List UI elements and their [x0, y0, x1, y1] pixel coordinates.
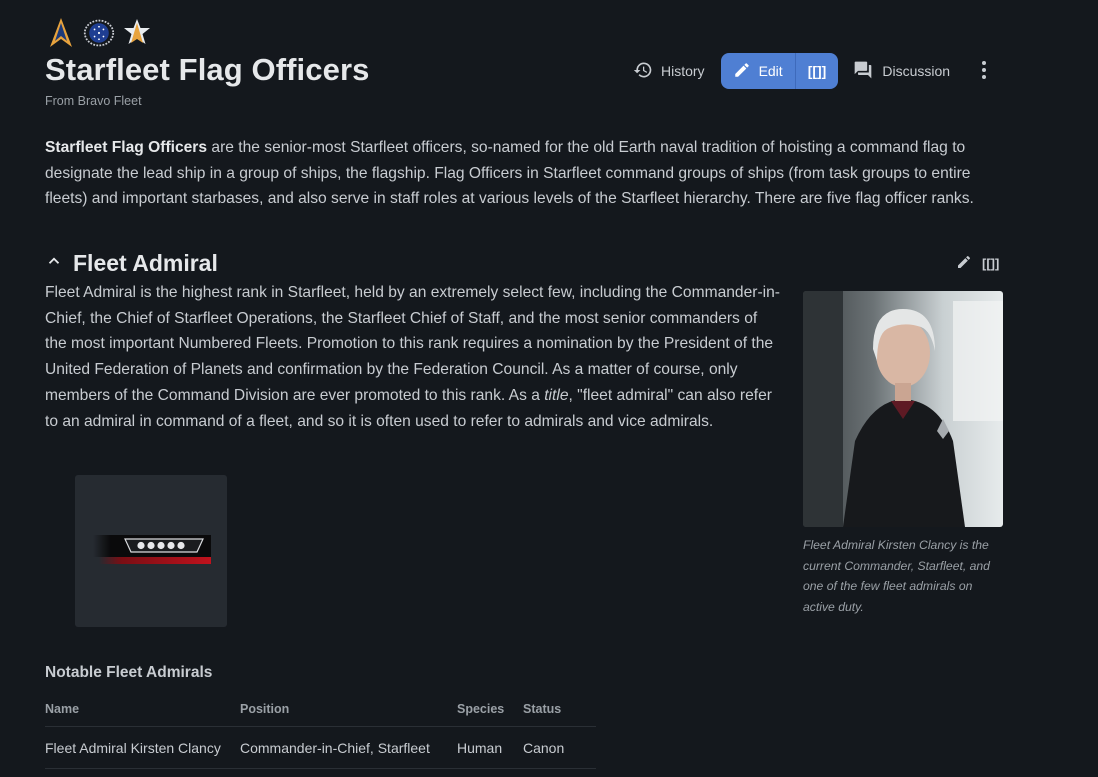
table-row: Fleet Admiral Kirsten Clancy Commander-i… — [45, 726, 596, 769]
section-edit-source-button[interactable]: [[]] — [982, 256, 999, 271]
section-edit-tools: [[]] — [956, 254, 999, 273]
page-subtitle: From Bravo Fleet — [45, 94, 142, 108]
header-logos — [45, 16, 153, 50]
section-edit-pencil-icon[interactable] — [956, 254, 972, 273]
intro-paragraph: Starfleet Flag Officers are the senior-m… — [45, 135, 1005, 212]
edit-source-button[interactable]: [[]] — [796, 53, 839, 89]
admiral-position: Commander-in-Chief, Starfleet — [240, 726, 457, 769]
discussion-button[interactable]: Discussion — [852, 53, 950, 89]
admiral-species-link[interactable]: Human — [457, 726, 523, 769]
more-actions-button[interactable] — [972, 53, 996, 89]
column-header-status: Status — [523, 692, 596, 727]
pencil-icon — [733, 61, 751, 82]
star-delta-icon[interactable] — [121, 16, 153, 50]
section-title: Fleet Admiral — [73, 250, 218, 276]
ufp-seal-icon[interactable] — [83, 16, 115, 50]
discussion-icon — [852, 60, 874, 83]
section-heading[interactable]: Fleet Admiral — [45, 250, 218, 277]
column-header-species: Species — [457, 692, 523, 727]
notable-fleet-admirals-table: Name Position Species Status Fleet Admir… — [45, 692, 596, 769]
page-actions: History Edit [[]] Discussion — [633, 53, 996, 89]
page-title: Starfleet Flag Officers — [45, 52, 370, 87]
portrait-caption: Fleet Admiral Kirsten Clancy is the curr… — [803, 538, 990, 614]
more-vertical-icon — [981, 60, 987, 83]
edit-label: Edit — [758, 63, 783, 79]
history-icon — [633, 60, 653, 83]
table-header-row: Name Position Species Status — [45, 692, 596, 727]
history-label: History — [661, 63, 705, 79]
section-body-em: title — [544, 386, 569, 404]
starfleet-delta-icon[interactable] — [45, 16, 77, 50]
edit-button[interactable]: Edit — [721, 53, 796, 89]
history-button[interactable]: History — [633, 53, 705, 89]
section-body: Fleet Admiral is the highest rank in Sta… — [45, 280, 783, 434]
column-header-position: Position — [240, 692, 457, 727]
table-title: Notable Fleet Admirals — [45, 664, 213, 681]
discussion-label: Discussion — [882, 63, 951, 79]
admiral-status: Canon — [523, 726, 596, 769]
admiral-name-link[interactable]: Fleet Admiral Kirsten Clancy — [45, 726, 240, 769]
column-header-name: Name — [45, 692, 240, 727]
chevron-up-icon[interactable] — [45, 252, 63, 275]
portrait-image[interactable] — [803, 291, 1003, 527]
intro-bold: Starfleet Flag Officers — [45, 139, 208, 156]
rank-insignia-image[interactable] — [75, 475, 227, 627]
edit-button-group: Edit [[]] — [720, 53, 839, 89]
